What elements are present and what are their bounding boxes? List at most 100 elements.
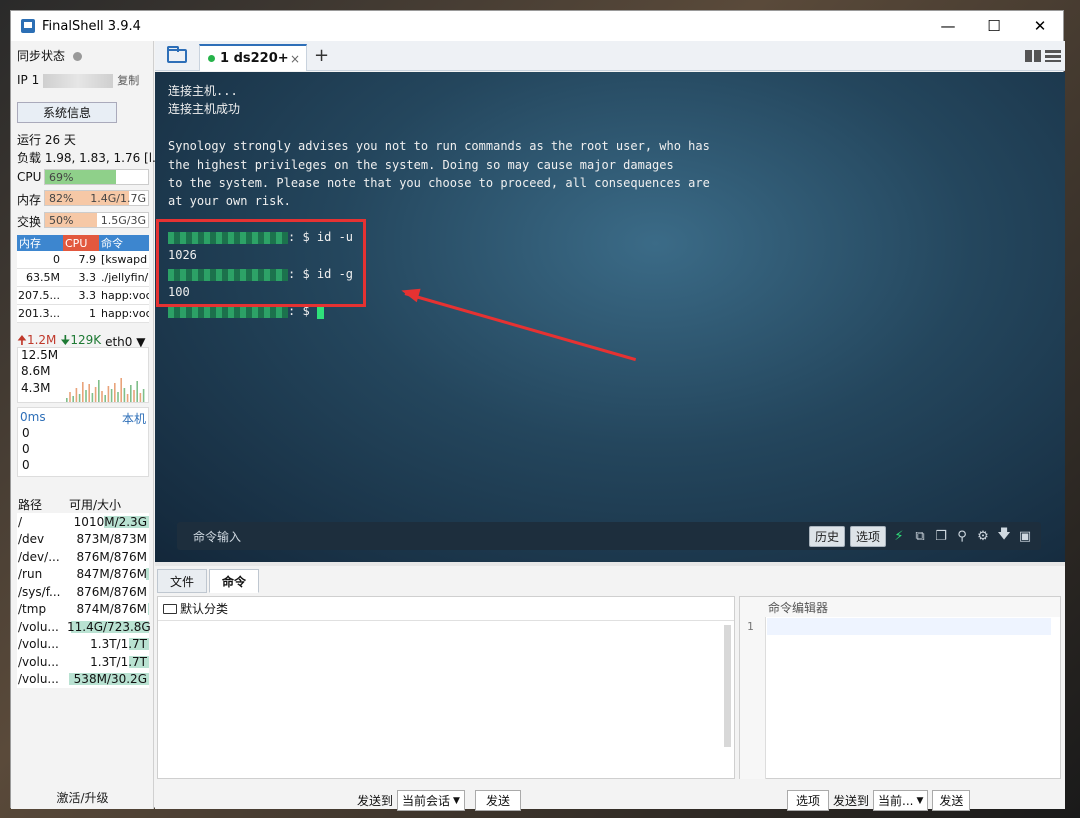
disk-header-size[interactable]: 可用/大小 bbox=[67, 496, 149, 513]
title-bar: FinalShell 3.9.4 — ☐ ✕ bbox=[11, 11, 1063, 41]
disk-table: 路径 可用/大小 / 1010M/2.3G/dev 873M/873M/dev/..… bbox=[17, 495, 151, 688]
ping-host[interactable]: 本机 bbox=[122, 410, 146, 427]
disk-row[interactable]: /run 847M/876M bbox=[17, 565, 149, 583]
category-scrollbar[interactable] bbox=[724, 625, 731, 747]
process-cmd: happ:voc bbox=[101, 307, 149, 320]
command-input[interactable]: 命令输入 bbox=[193, 528, 241, 545]
disk-path: /run bbox=[18, 567, 43, 582]
disk-row[interactable]: /volu... 538M/30.2G bbox=[17, 670, 149, 688]
terminal-line: 连接主机... bbox=[168, 84, 238, 98]
line-number: 1 bbox=[740, 617, 766, 779]
activate-upgrade-link[interactable]: 激活/升级 bbox=[11, 789, 154, 806]
disk-row[interactable]: /dev/... 876M/876M bbox=[17, 548, 149, 566]
process-cmd: happ:voc bbox=[101, 289, 149, 302]
net-traffic-bar bbox=[133, 390, 135, 402]
process-row[interactable]: 201.3... 1 happ:voc bbox=[17, 305, 149, 323]
system-monitor-panel: 同步状态 IP 1 复制 系统信息 运行 26 天 负载 1.98, 1.83, … bbox=[11, 41, 164, 809]
net-traffic-bar bbox=[88, 384, 90, 402]
send-controls-right: 选项 发送到 当前... ▼ 发送 bbox=[787, 790, 971, 811]
disk-path: /volu... bbox=[18, 637, 59, 652]
disk-header-path[interactable]: 路径 bbox=[17, 496, 67, 513]
send-controls-left: 发送到 当前会话 ▼ 发送 bbox=[357, 790, 521, 811]
search-icon[interactable]: ⚲ bbox=[954, 529, 970, 544]
net-traffic-bar bbox=[123, 388, 126, 402]
category-default[interactable]: 默认分类 bbox=[158, 597, 734, 621]
lightning-icon[interactable]: ⚡ bbox=[891, 529, 907, 544]
folder-open-icon[interactable] bbox=[167, 46, 187, 63]
disk-path: /dev/... bbox=[18, 549, 60, 564]
history-button[interactable]: 历史 bbox=[808, 525, 845, 547]
terminal-line: Synology strongly advises you not to run… bbox=[168, 139, 710, 154]
finalshell-logo-icon bbox=[21, 19, 35, 33]
proc-header-cpu[interactable]: CPU bbox=[63, 235, 99, 251]
download-icon[interactable]: 🡇 bbox=[996, 525, 1012, 547]
tab-files[interactable]: 文件 bbox=[157, 569, 208, 593]
process-row[interactable]: 63.5M 3.3 ./jellyfin/ bbox=[17, 269, 149, 287]
editor-current-line[interactable] bbox=[767, 618, 1051, 635]
command-input-bar[interactable]: 命令输入 历史 选项 ⚡ ⧉ ❐ ⚲ ⚙ 🡇 ▣ bbox=[177, 522, 1041, 550]
cpu-meter: CPU 69% bbox=[17, 169, 149, 185]
disk-size: 876M/876M bbox=[76, 549, 147, 564]
disk-size: 1.3T/1.7T bbox=[90, 637, 149, 652]
net-traffic-bar bbox=[110, 389, 113, 402]
net-traffic-bar bbox=[142, 389, 145, 402]
redacted-prompt bbox=[168, 305, 288, 318]
load-text: 负载 1.98, 1.83, 1.76 [l... bbox=[17, 151, 164, 165]
copy-ip-link[interactable]: 复制 bbox=[117, 74, 139, 87]
net-traffic-bar bbox=[107, 386, 110, 402]
process-mem: 0 bbox=[53, 253, 60, 266]
send-button[interactable]: 发送 bbox=[474, 790, 521, 811]
disk-path: /volu... bbox=[18, 654, 59, 669]
copy-icon[interactable]: ⧉ bbox=[912, 529, 928, 544]
disk-size: 847M/876M bbox=[76, 567, 149, 582]
grid-layout-icon[interactable] bbox=[1025, 50, 1041, 62]
ip-row: IP 1 复制 bbox=[17, 73, 140, 88]
proc-header-mem[interactable]: 内存 bbox=[17, 235, 63, 251]
send-button-2[interactable]: 发送 bbox=[932, 790, 971, 811]
net-traffic-bar bbox=[139, 393, 142, 402]
disk-row[interactable]: /volu... 1.3T/1.7T bbox=[17, 653, 149, 671]
disk-row[interactable]: / 1010M/2.3G bbox=[17, 513, 149, 531]
close-button[interactable]: ✕ bbox=[1017, 11, 1063, 41]
process-row[interactable]: 207.5... 3.3 happ:voc bbox=[17, 287, 149, 305]
net-traffic-bar bbox=[104, 395, 106, 402]
tab-commands[interactable]: 命令 bbox=[209, 569, 260, 593]
folder-icon bbox=[163, 603, 177, 614]
terminal-line: at your own risk. bbox=[168, 194, 291, 209]
ping-panel: 0ms 本机 0 0 0 bbox=[17, 407, 149, 477]
swap-meter: 交换 50% 1.5G/3G bbox=[17, 212, 149, 229]
disk-path: /sys/f... bbox=[18, 584, 61, 599]
window-title: FinalShell 3.9.4 bbox=[42, 18, 141, 34]
disk-row[interactable]: /dev 873M/873M bbox=[17, 530, 149, 548]
disk-row[interactable]: /volu... 1.3T/1.7T bbox=[17, 635, 149, 653]
disk-row[interactable]: /sys/f... 876M/876M bbox=[17, 583, 149, 601]
disk-row[interactable]: /volu... 11.4G/723.8G bbox=[17, 618, 151, 636]
tab-close-icon[interactable]: × bbox=[290, 52, 300, 66]
options-button[interactable]: 选项 bbox=[849, 525, 886, 547]
sync-status[interactable]: 同步状态 bbox=[17, 47, 83, 64]
process-row[interactable]: 0 7.9 [kswapd bbox=[17, 251, 149, 269]
options-button-2[interactable]: 选项 bbox=[787, 790, 830, 811]
proc-header-cmd[interactable]: 命令 bbox=[99, 235, 149, 251]
ip-redacted bbox=[43, 73, 114, 88]
terminal-line: to the system. Please note that you choo… bbox=[168, 176, 710, 190]
terminal[interactable]: 连接主机... 连接主机成功 Synology strongly advises y… bbox=[155, 72, 1065, 562]
add-tab-button[interactable]: + bbox=[314, 45, 329, 66]
session-select[interactable]: 当前会话 ▼ bbox=[397, 790, 465, 811]
list-layout-icon[interactable] bbox=[1045, 50, 1061, 62]
annotation-arrow-head bbox=[399, 283, 421, 303]
minimize-button[interactable]: — bbox=[925, 11, 971, 41]
disk-size: 874M/876M bbox=[76, 602, 149, 617]
disk-row[interactable]: /tmp 874M/876M bbox=[17, 600, 149, 618]
command-editor[interactable]: 命令编辑器 1 bbox=[739, 596, 1061, 779]
net-traffic-bar bbox=[69, 392, 71, 402]
net-traffic-bar bbox=[117, 392, 119, 402]
maximize-button[interactable]: ☐ bbox=[971, 11, 1017, 41]
net-traffic-bar bbox=[98, 380, 100, 402]
session-tab[interactable]: 1 ds220+ × bbox=[199, 44, 307, 71]
paste-icon[interactable]: ❐ bbox=[933, 529, 949, 544]
system-info-button[interactable]: 系统信息 bbox=[17, 102, 117, 123]
fullscreen-icon[interactable]: ▣ bbox=[1017, 529, 1033, 544]
session-select-2[interactable]: 当前... ▼ bbox=[873, 790, 929, 811]
gear-icon[interactable]: ⚙ bbox=[975, 529, 991, 544]
